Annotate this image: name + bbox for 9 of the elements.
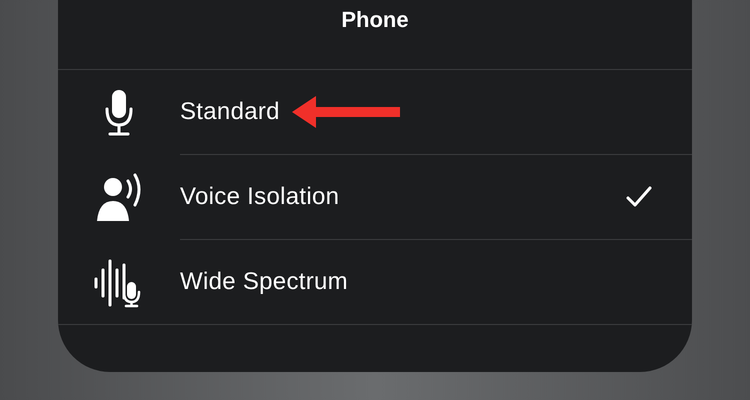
mode-label: Standard — [180, 98, 280, 126]
mode-label: Voice Isolation — [180, 183, 340, 211]
mode-option[interactable]: Standard — [58, 70, 692, 155]
mode-option[interactable]: Voice Isolation — [58, 155, 692, 240]
menu-title: Phone — [341, 6, 409, 34]
mode-option[interactable]: Wide Spectrum — [58, 240, 692, 325]
mode-label: Wide Spectrum — [180, 268, 348, 296]
microphone-icon — [104, 88, 134, 136]
person-voice-icon — [95, 172, 143, 222]
